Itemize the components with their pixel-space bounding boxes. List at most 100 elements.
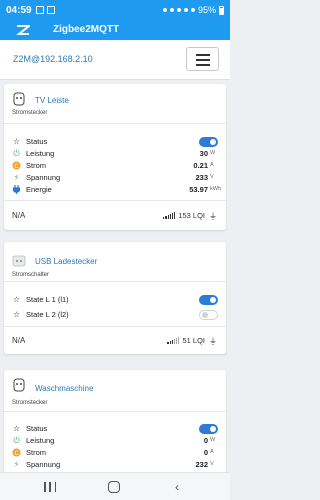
- state-l1-row: ☆ State L 1 (l1): [4, 294, 226, 305]
- row-value: 30: [199, 149, 208, 158]
- notification-icons: [35, 6, 55, 14]
- mains-power-icon: ⏚: [209, 337, 217, 346]
- row-label: Strom: [26, 161, 47, 170]
- device-name[interactable]: TV Leiste: [35, 96, 69, 105]
- card-header: USB Ladestecker Stromschalter: [4, 242, 226, 282]
- device-card-usb-ladestecker: USB Ladestecker Stromschalter ☆ State L …: [4, 242, 226, 354]
- row-value: 0: [203, 448, 208, 457]
- row-value: 0: [203, 436, 208, 445]
- image-notification-icon: [46, 6, 55, 14]
- gallery-notification-icon: [35, 6, 44, 14]
- mains-power-icon: ⏚: [209, 212, 217, 221]
- host-link[interactable]: Z2M@192.168.2.10: [13, 54, 93, 64]
- plug-device-icon: [13, 378, 25, 392]
- row-unit: A: [210, 162, 214, 168]
- status-row: ☆ Status: [4, 423, 226, 434]
- row-unit: W: [210, 437, 216, 443]
- toggle-knob: [210, 426, 216, 432]
- zigbee2mqtt-logo-icon: [16, 25, 30, 35]
- battery-icon: [219, 5, 224, 15]
- star-icon[interactable]: ☆: [12, 295, 21, 304]
- device-type: Stromstecker: [12, 400, 48, 406]
- current-icon: C: [12, 161, 21, 170]
- wifi-icon: [183, 8, 188, 12]
- card-footer: N/A 51 LQI ⏚: [4, 326, 226, 354]
- row-label: Spannung: [26, 173, 61, 182]
- toggle-knob: [210, 297, 216, 303]
- plug-device-icon: [13, 92, 25, 106]
- menu-icon-bar: [196, 64, 210, 66]
- status-toggle[interactable]: [199, 424, 218, 434]
- device-name[interactable]: USB Ladestecker: [35, 257, 97, 266]
- device-type: Stromstecker: [12, 110, 48, 116]
- voltage-row: ⚡ Spannung 233 V: [4, 172, 226, 183]
- app-title: Zigbee2MQTT: [53, 24, 120, 35]
- bolt-icon: ⚡: [13, 460, 20, 469]
- power-icon: ⏻: [13, 435, 20, 445]
- battery-percent: 95%: [197, 5, 216, 15]
- back-button[interactable]: ‹: [175, 480, 179, 494]
- android-navigation-bar: ‹: [0, 472, 230, 500]
- energy-row: Energie 53.97 kWh: [4, 184, 226, 195]
- row-label: Energie: [26, 185, 52, 194]
- system-indicators: 95%: [162, 5, 224, 15]
- switch-device-icon: [12, 255, 26, 267]
- clock: 04:59: [6, 4, 32, 16]
- current-row: C Strom 0.21 A: [4, 160, 226, 171]
- row-label: State L 1 (l1): [26, 295, 69, 304]
- row-value: 0.21: [193, 161, 208, 170]
- home-button[interactable]: [108, 481, 120, 493]
- recents-button[interactable]: [44, 482, 56, 492]
- card-footer: N/A 153 LQI ⏚: [4, 200, 226, 230]
- lqi-value: 51 LQI: [182, 336, 205, 345]
- power-row: ⏻ Leistung 0 W: [4, 435, 226, 446]
- row-unit: V: [210, 174, 214, 180]
- menu-button[interactable]: [186, 47, 219, 71]
- row-value: 53.97: [189, 185, 208, 194]
- state-l1-toggle[interactable]: [199, 295, 218, 305]
- device-type: Stromschalter: [12, 272, 50, 278]
- row-label: Leistung: [26, 436, 55, 445]
- plug-icon: [12, 185, 21, 194]
- row-unit: A: [210, 449, 214, 455]
- status-toggle[interactable]: [199, 137, 218, 147]
- current-icon: C: [12, 448, 21, 457]
- device-name[interactable]: Waschmaschine: [35, 384, 93, 393]
- row-label: State L 2 (l2): [26, 310, 69, 319]
- row-label: Strom: [26, 448, 47, 457]
- device-card-tv-leiste: TV Leiste Stromstecker ☆ Status ⏻ Leistu…: [4, 84, 226, 230]
- star-icon[interactable]: ☆: [12, 137, 21, 146]
- card-header: TV Leiste Stromstecker: [4, 84, 226, 124]
- signal-icon: [190, 8, 195, 12]
- mute-icon: [176, 8, 181, 12]
- lqi-indicator: 51 LQI: [167, 336, 205, 345]
- row-label: Status: [26, 137, 48, 146]
- card-header: Waschmaschine Stromstecker: [4, 370, 226, 412]
- lqi-indicator: 153 LQI: [163, 211, 205, 220]
- row-label: Leistung: [26, 149, 55, 158]
- current-row: C Strom 0 A: [4, 447, 226, 458]
- availability-status: N/A: [12, 211, 26, 220]
- menu-icon-bar: [196, 59, 210, 61]
- star-icon[interactable]: ☆: [12, 424, 21, 433]
- toggle-knob: [202, 312, 208, 318]
- power-row: ⏻ Leistung 30 W: [4, 148, 226, 159]
- row-unit: W: [210, 150, 216, 156]
- power-icon: ⏻: [13, 148, 20, 158]
- signal-bars-icon: [167, 337, 180, 344]
- menu-icon: [196, 54, 210, 56]
- signal-bars-icon: [163, 212, 176, 219]
- link-icon: [162, 8, 167, 12]
- row-value: 233: [195, 173, 208, 182]
- bolt-icon: ⚡: [13, 173, 20, 182]
- availability-status: N/A: [12, 336, 26, 345]
- row-unit: kWh: [210, 186, 221, 192]
- device-card-waschmaschine: Waschmaschine Stromstecker ☆ Status ⏻ Le…: [4, 370, 226, 474]
- voltage-row: ⚡ Spannung 232 V: [4, 459, 226, 470]
- row-label: Status: [26, 424, 48, 433]
- star-icon[interactable]: ☆: [12, 310, 21, 319]
- row-label: Spannung: [26, 460, 61, 469]
- state-l2-toggle[interactable]: [199, 310, 218, 320]
- status-row: ☆ Status: [4, 136, 226, 147]
- svg-text:C: C: [14, 451, 19, 457]
